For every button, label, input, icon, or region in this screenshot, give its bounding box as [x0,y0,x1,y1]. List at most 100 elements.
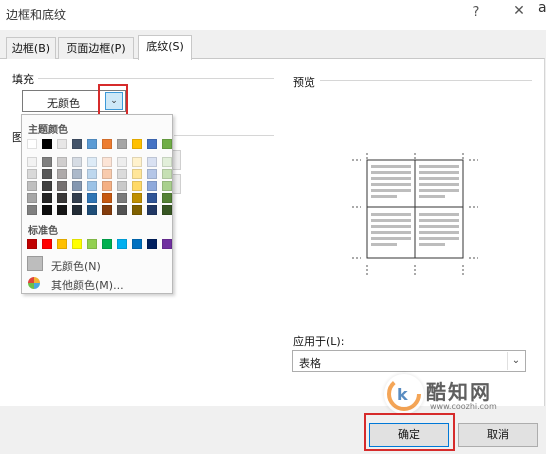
theme-color-swatch[interactable] [72,157,82,167]
theme-color-swatch[interactable] [162,193,172,203]
theme-color-swatch[interactable] [132,205,142,215]
color-wheel-icon [28,277,40,289]
watermark-url: www.coozhi.com [430,402,497,411]
theme-colors-title: 主题颜色 [28,125,68,136]
standard-color-swatch[interactable] [27,239,37,249]
theme-color-swatch[interactable] [162,205,172,215]
theme-color-swatch[interactable] [147,181,157,191]
theme-color-swatch[interactable] [87,169,97,179]
theme-color-swatch[interactable] [162,169,172,179]
theme-color-swatch[interactable] [147,193,157,203]
theme-color-swatch[interactable] [102,205,112,215]
theme-color-swatch[interactable] [42,139,52,149]
theme-color-swatch[interactable] [72,169,82,179]
theme-color-swatch[interactable] [132,169,142,179]
theme-color-swatch[interactable] [132,157,142,167]
theme-color-swatch[interactable] [42,193,52,203]
theme-color-swatch[interactable] [162,139,172,149]
theme-color-swatch[interactable] [87,139,97,149]
tab-page-border[interactable]: 页面边框(P) [58,37,134,59]
theme-color-swatch[interactable] [42,205,52,215]
theme-color-swatch[interactable] [117,193,127,203]
theme-color-swatch[interactable] [72,181,82,191]
theme-color-swatch[interactable] [102,139,112,149]
theme-color-swatch[interactable] [87,193,97,203]
pattern-color-select[interactable] [172,174,181,194]
theme-color-swatch[interactable] [102,193,112,203]
standard-color-swatch[interactable] [132,239,142,249]
theme-color-swatch[interactable] [27,139,37,149]
dialog-title: 边框和底纹 [6,8,67,22]
theme-color-swatch[interactable] [117,205,127,215]
close-button[interactable]: ✕ [508,3,530,23]
fill-divider [38,78,274,79]
tab-shading[interactable]: 底纹(S) [138,35,192,60]
no-color-label: 无颜色(N) [51,260,101,273]
theme-color-swatch[interactable] [162,181,172,191]
standard-color-swatch[interactable] [147,239,157,249]
theme-color-swatch[interactable] [57,205,67,215]
standard-color-swatch[interactable] [117,239,127,249]
theme-color-swatch[interactable] [87,205,97,215]
theme-color-swatch[interactable] [72,193,82,203]
pattern-divider [174,135,274,136]
tab-borders[interactable]: 边框(B) [6,37,56,59]
theme-color-swatch[interactable] [132,193,142,203]
fill-color-value: 无颜色 [47,97,80,110]
theme-color-swatch[interactable] [42,169,52,179]
theme-color-swatch[interactable] [102,169,112,179]
more-colors-label: 其他颜色(M)... [51,279,124,292]
table-preview [352,153,478,275]
theme-color-swatch[interactable] [57,139,67,149]
theme-color-swatch[interactable] [147,139,157,149]
standard-color-swatch[interactable] [42,239,52,249]
theme-color-swatch[interactable] [57,193,67,203]
theme-color-swatch[interactable] [27,193,37,203]
apply-to-select[interactable]: 表格 ⌄ [292,350,526,372]
theme-color-swatch[interactable] [27,181,37,191]
title-bar: 边框和底纹 ? ✕ [0,0,546,30]
theme-color-swatch[interactable] [162,157,172,167]
standard-color-swatch[interactable] [102,239,112,249]
theme-color-swatch[interactable] [57,169,67,179]
no-color-option[interactable]: 无颜色(N) [25,255,169,273]
standard-color-swatch[interactable] [87,239,97,249]
theme-color-swatch[interactable] [102,157,112,167]
standard-color-swatch[interactable] [162,239,172,249]
theme-color-swatch[interactable] [42,181,52,191]
apply-to-value: 表格 [299,357,321,370]
standard-colors-title: 标准色 [28,226,58,237]
no-color-swatch [27,256,43,271]
chevron-down-icon[interactable]: ⌄ [507,352,524,370]
theme-color-swatch[interactable] [102,181,112,191]
theme-color-swatch[interactable] [42,157,52,167]
theme-color-swatch[interactable] [87,157,97,167]
help-button[interactable]: ? [468,5,484,23]
cancel-button[interactable]: 取消 [458,423,538,447]
theme-color-swatch[interactable] [57,181,67,191]
fill-group-label: 填充 [12,73,34,86]
standard-color-swatch[interactable] [72,239,82,249]
background-text-fragment: a [538,0,546,16]
theme-color-swatch[interactable] [147,205,157,215]
more-colors-option[interactable]: 其他颜色(M)... [25,274,169,292]
standard-color-swatch[interactable] [57,239,67,249]
theme-color-swatch[interactable] [117,157,127,167]
theme-color-swatch[interactable] [57,157,67,167]
theme-color-swatch[interactable] [132,139,142,149]
preview-divider [320,80,532,81]
theme-color-swatch[interactable] [72,139,82,149]
theme-color-swatch[interactable] [117,139,127,149]
theme-color-swatch[interactable] [27,205,37,215]
theme-color-swatch[interactable] [72,205,82,215]
pattern-style-select[interactable] [172,150,181,170]
theme-color-swatch[interactable] [117,181,127,191]
theme-color-swatch[interactable] [132,181,142,191]
theme-color-swatch[interactable] [147,169,157,179]
theme-color-swatch[interactable] [147,157,157,167]
theme-color-swatch[interactable] [87,181,97,191]
color-palette-dropdown: 主题颜色 标准色 无颜色(N) 其他颜色(M)... [21,114,173,294]
theme-color-swatch[interactable] [27,169,37,179]
theme-color-swatch[interactable] [27,157,37,167]
theme-color-swatch[interactable] [117,169,127,179]
